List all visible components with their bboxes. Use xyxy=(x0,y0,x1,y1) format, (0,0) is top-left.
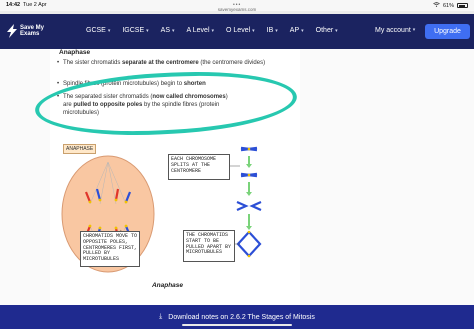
figure-caption: Anaphase xyxy=(151,282,184,289)
top-navbar: Save My Exams GCSE ▾ IGCSE ▾ AS ▾ A Level ▾ … xyxy=(0,14,474,49)
battery-percent: 61% xyxy=(442,2,454,9)
wifi-icon xyxy=(433,2,440,9)
mini-sequence xyxy=(236,146,262,258)
bullet-bold: separate at the centromere xyxy=(122,60,199,66)
chevron-down-icon: ▾ xyxy=(252,27,255,34)
nav-item-label: IGCSE xyxy=(122,27,145,34)
nav-item-label: AS xyxy=(160,27,171,34)
logo-bolt-icon xyxy=(7,24,17,38)
nav-item-label: O Level xyxy=(226,27,251,34)
site-logo[interactable]: Save My Exams xyxy=(6,24,44,38)
nav-item-gcse[interactable]: GCSE ▾ xyxy=(86,27,110,34)
chevron-down-icon: ▾ xyxy=(107,27,111,34)
callout-chromatids-pulled: THE CHROMATIDS START TO BE PULLED APART … xyxy=(183,230,235,262)
logo-line-2: Exams xyxy=(20,31,40,37)
battery-icon xyxy=(457,3,468,8)
anaphase-diagram: ANAPHASE EACH CHROMOSOME SPLITS AT THE C… xyxy=(60,144,284,274)
chevron-down-icon: ▾ xyxy=(412,27,416,33)
home-indicator[interactable] xyxy=(182,324,292,326)
bullet-text: (the centromere divides) xyxy=(198,60,266,66)
nav-item-a-level[interactable]: A Level ▾ xyxy=(187,27,214,34)
callout-chromatids-move: CHROMATIDS MOVE TO OPPOSITE POLES, CENTR… xyxy=(80,231,140,267)
right-margin xyxy=(300,49,474,305)
my-account-label: My account xyxy=(375,27,411,34)
section-heading: Anaphase xyxy=(59,49,91,56)
nav-item-label: GCSE xyxy=(86,27,106,34)
nav-item-label: IB xyxy=(266,27,274,34)
nav-item-label: Other xyxy=(315,27,334,34)
nav-item-igcse[interactable]: IGCSE ▾ xyxy=(122,27,148,34)
my-account-menu[interactable]: My account ▾ xyxy=(375,27,415,34)
upgrade-button[interactable]: Upgrade xyxy=(425,24,470,39)
logo-text: Save My Exams xyxy=(20,25,44,37)
nav-item-as[interactable]: AS ▾ xyxy=(161,27,175,34)
address-bar-url[interactable]: savemyexams.com xyxy=(0,7,474,12)
chevron-down-icon: ▾ xyxy=(301,27,304,34)
chevron-down-icon: ▾ xyxy=(146,27,149,34)
callout-chromosome-splits: EACH CHROMOSOME SPLITS AT THE CENTROMERE xyxy=(168,154,230,180)
chevron-down-icon: ▾ xyxy=(275,27,278,34)
download-icon: ⤓ xyxy=(159,313,163,320)
download-notes-label: Download notes on 2.6.2 The Stages of Mi… xyxy=(168,313,315,321)
status-right: 61% xyxy=(433,2,468,9)
bullet-text: The sister chromatids xyxy=(63,60,123,66)
bullet-separate-chromatids: The sister chromatids separate at the ce… xyxy=(57,59,288,67)
nav-item-o-level[interactable]: O Level ▾ xyxy=(226,27,255,34)
nav-item-label: AP xyxy=(289,27,300,34)
nav-links: GCSE ▾ IGCSE ▾ AS ▾ A Level ▾ O Level ▾ IB ▾ A… xyxy=(86,27,338,34)
left-margin xyxy=(0,49,50,305)
nav-item-label: A Level xyxy=(186,27,210,34)
chevron-down-icon: ▾ xyxy=(211,27,215,34)
status-bar: 14:42 Tue 2 Apr ••• savemyexams.com 61% xyxy=(0,0,474,12)
chevron-down-icon: ▾ xyxy=(172,27,175,34)
nav-item-ap[interactable]: AP ▾ xyxy=(290,27,304,34)
nav-item-other[interactable]: Other ▾ xyxy=(316,27,338,34)
nav-item-ib[interactable]: IB ▾ xyxy=(267,27,278,34)
chevron-down-icon: ▾ xyxy=(335,27,338,34)
